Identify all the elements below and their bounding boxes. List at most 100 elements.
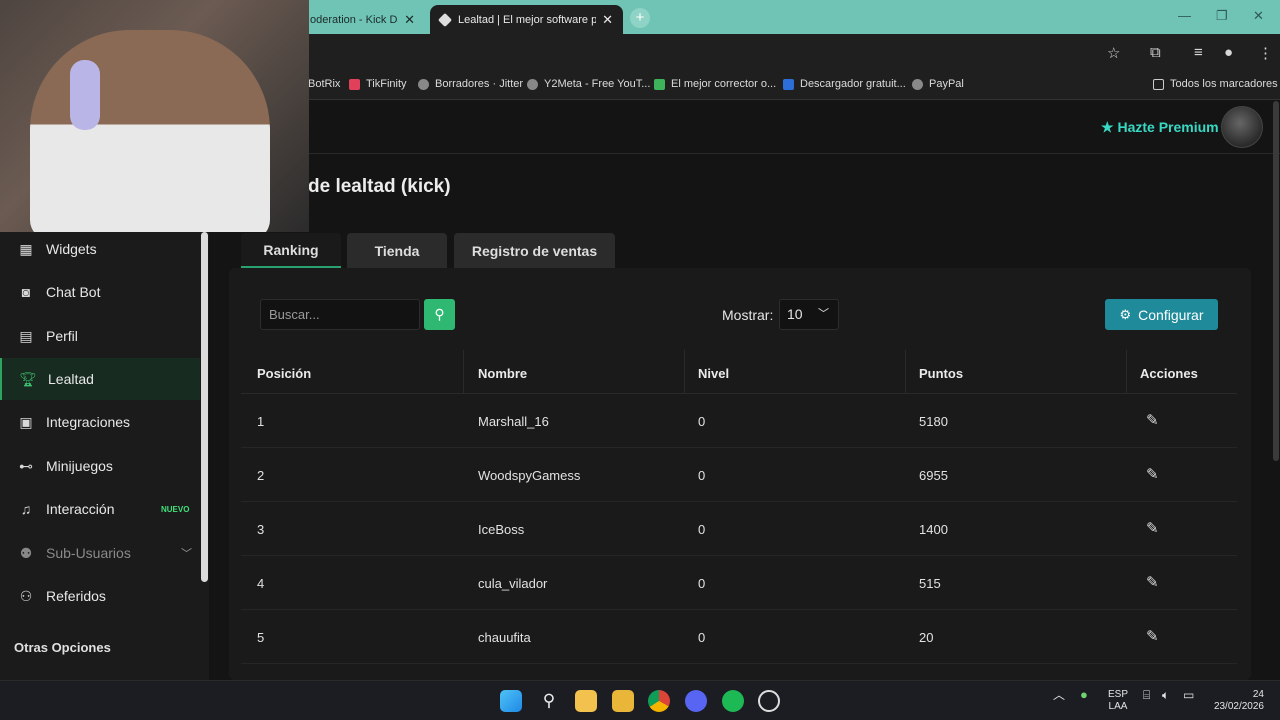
profile-icon[interactable]: ●	[1224, 44, 1233, 61]
obs-icon[interactable]	[758, 690, 780, 712]
streamer-image	[30, 30, 270, 232]
spotify-icon[interactable]	[722, 690, 744, 712]
cell-position: 5	[257, 630, 265, 645]
gears-icon: ⚙	[1119, 306, 1132, 322]
tab-title: Lealtad | El mejor software para	[458, 13, 597, 26]
sidebar-item-widgets[interactable]: ▦ Widgets	[0, 228, 200, 270]
cell-points: 6955	[919, 468, 948, 483]
sidebar-item-sub-usuarios[interactable]: ⚉ Sub-Usuarios ﹀	[0, 532, 200, 574]
bookmark-paypal[interactable]: PayPal	[912, 78, 964, 90]
bookmark-botrix[interactable]: BotRix	[308, 78, 340, 90]
configure-button[interactable]: ⚙ Configurar	[1105, 299, 1218, 330]
tab-ranking[interactable]: Ranking	[241, 233, 341, 268]
star-icon: ★	[1101, 119, 1114, 135]
close-window-icon[interactable]: ✕	[1253, 8, 1264, 24]
cell-position: 2	[257, 468, 265, 483]
bookmark-tikfinity[interactable]: TikFinity	[349, 78, 407, 90]
clock[interactable]: 24 23/02/2026	[1212, 689, 1264, 713]
column-divider	[1126, 350, 1127, 394]
column-divider	[463, 350, 464, 394]
extensions-icon[interactable]: ⧉	[1150, 44, 1161, 61]
users-icon: ⚉	[19, 544, 33, 561]
new-tab-button[interactable]: +	[630, 8, 650, 28]
star-bookmark-icon[interactable]: ☆	[1107, 44, 1120, 62]
tab-registro-ventas[interactable]: Registro de ventas	[454, 233, 615, 268]
premium-link[interactable]: ★ Hazte Premium	[1101, 119, 1219, 136]
bookmark-corrector[interactable]: El mejor corrector o...	[654, 78, 776, 90]
sidebar-item-chat-bot[interactable]: ◙ Chat Bot	[0, 271, 200, 313]
chevron-down-icon: ﹀	[818, 308, 829, 320]
cell-name: cula_vilador	[478, 576, 548, 591]
bookmark-jitter[interactable]: Borradores · Jitter	[418, 78, 523, 90]
microphone-icon[interactable]: ●	[1080, 688, 1088, 701]
column-divider	[684, 350, 685, 394]
cell-position: 4	[257, 576, 265, 591]
sidebar-item-minijuegos[interactable]: ⊷ Minijuegos	[0, 445, 200, 487]
corrector-icon	[654, 78, 665, 90]
battery-icon[interactable]: ▭	[1183, 689, 1194, 701]
robot-icon: ◙	[21, 284, 31, 300]
header-position: Posición	[257, 366, 312, 381]
cell-level: 0	[698, 468, 706, 483]
all-bookmarks[interactable]: Todos los marcadores	[1153, 78, 1278, 90]
header-name: Nombre	[478, 366, 528, 381]
minimize-icon[interactable]: —	[1178, 8, 1191, 23]
page-scrollbar[interactable]	[1273, 101, 1279, 461]
music-icon: ♫	[20, 501, 32, 517]
chrome-icon[interactable]	[648, 690, 670, 712]
gamepad-icon: ⊷	[19, 457, 33, 474]
edit-icon[interactable]: ✎	[1146, 465, 1159, 483]
store-icon[interactable]	[575, 690, 597, 712]
puzzle-icon: ▣	[19, 413, 33, 430]
show-label: Mostrar:	[722, 307, 774, 323]
tab-tienda[interactable]: Tienda	[347, 233, 447, 268]
cell-name: Marshall_16	[478, 414, 549, 429]
volume-icon[interactable]: 🔈︎	[1162, 689, 1169, 701]
sidebar-item-perfil[interactable]: ▤ Perfil	[0, 315, 200, 357]
table-row: 5 chauufita 0 20 ✎	[241, 610, 1237, 664]
search-input[interactable]: Buscar...	[260, 299, 420, 330]
taskbar: ⚲ ︿ ● ESP LAA ⌸ 🔈︎ ▭ 24 23/02/2026	[0, 680, 1280, 720]
search-button[interactable]: ⚲	[424, 299, 455, 330]
edit-icon[interactable]: ✎	[1146, 627, 1159, 645]
close-tab-icon[interactable]: ✕	[404, 12, 415, 28]
show-select[interactable]: 10 ﹀	[779, 299, 839, 330]
menu-icon[interactable]: ⋮	[1258, 44, 1273, 62]
network-icon[interactable]: ⌸	[1143, 689, 1150, 701]
browser-tab-kick[interactable]: oderation - Kick Da ✕	[300, 5, 425, 34]
folder-icon[interactable]	[612, 690, 634, 712]
media-control-icon[interactable]: ≡	[1194, 44, 1203, 61]
id-card-icon: ▤	[19, 327, 33, 344]
sidebar-item-lealtad[interactable]: 🏆︎ Lealtad	[0, 358, 200, 400]
sidebar-item-integraciones[interactable]: ▣ Integraciones	[0, 401, 200, 443]
cell-level: 0	[698, 576, 706, 591]
maximize-icon[interactable]: ❐	[1216, 8, 1228, 24]
cell-points: 5180	[919, 414, 948, 429]
column-divider	[905, 350, 906, 394]
sidebar-item-interaccion[interactable]: ♫ Interacción NUEVO	[0, 488, 200, 530]
edit-icon[interactable]: ✎	[1146, 573, 1159, 591]
windows-start-icon[interactable]	[500, 690, 522, 712]
chevron-up-icon[interactable]: ︿	[1053, 689, 1065, 701]
edit-icon[interactable]: ✎	[1146, 519, 1159, 537]
edit-icon[interactable]: ✎	[1146, 411, 1159, 429]
chevron-down-icon: ﹀	[181, 548, 192, 560]
browser-tab-lealtad[interactable]: Lealtad | El mejor software para ✕	[430, 5, 623, 34]
header-points: Puntos	[919, 366, 964, 381]
globe-icon	[527, 78, 538, 90]
search-icon[interactable]: ⚲	[538, 690, 560, 712]
discord-icon[interactable]	[685, 690, 707, 712]
bookmark-y2meta[interactable]: Y2Meta - Free YouT...	[527, 78, 650, 90]
avatar[interactable]	[1221, 106, 1263, 148]
close-tab-icon[interactable]: ✕	[602, 12, 613, 28]
bookmark-descargador[interactable]: Descargador gratuit...	[783, 78, 906, 90]
sidebar-item-referidos[interactable]: ⚇ Referidos	[0, 575, 200, 617]
sidebar-scrollbar[interactable]	[201, 232, 208, 582]
cell-name: IceBoss	[478, 522, 525, 537]
table-row: 2 WoodspyGamess 0 6955 ✎	[241, 448, 1237, 502]
new-badge: NUEVO	[161, 504, 190, 514]
sidebar-section-other: Otras Opciones	[14, 640, 111, 655]
table-header: Posición Nombre Nivel Puntos Acciones	[241, 350, 1237, 394]
trophy-icon: 🏆︎	[19, 370, 37, 387]
keyboard-language[interactable]: ESP LAA	[1108, 689, 1128, 713]
